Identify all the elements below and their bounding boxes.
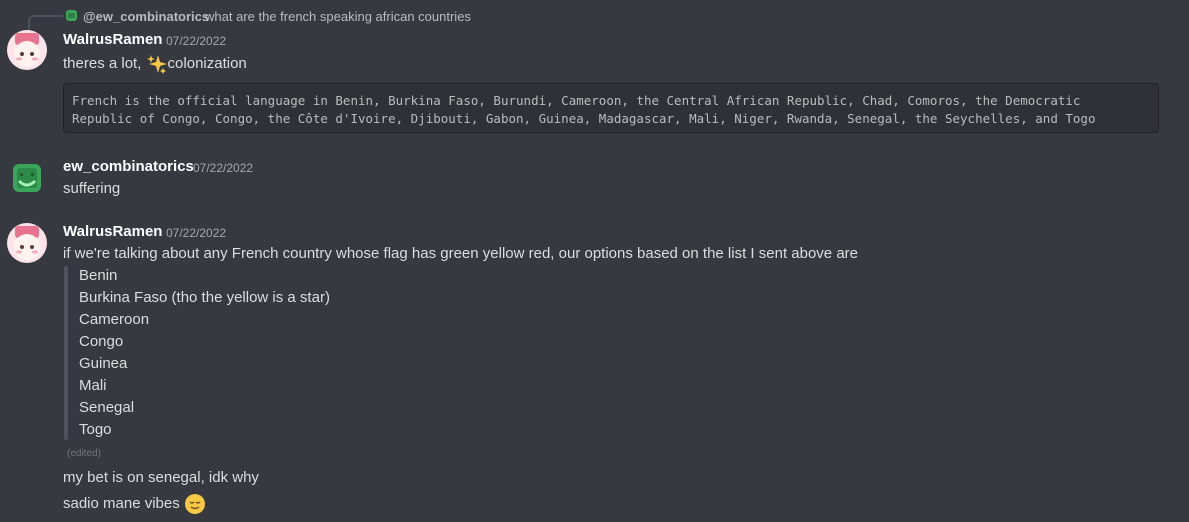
message-timestamp: 07/22/2022 (166, 34, 227, 48)
code-block: French is the official language in Benin… (63, 83, 1159, 133)
list-item: Benin (79, 267, 118, 284)
avatar-walrusramen[interactable] (7, 30, 47, 70)
list-item: Mali (79, 377, 107, 394)
avatar-ew-combinatorics[interactable] (7, 159, 47, 199)
avatar-image (13, 164, 41, 192)
avatar-walrusramen[interactable] (7, 223, 47, 263)
avatar-image (7, 30, 47, 70)
list-item: Congo (79, 333, 124, 350)
list-item: Senegal (79, 399, 135, 416)
avatar-image (7, 223, 47, 263)
reply-connector (28, 15, 63, 31)
list-item: Cameroon (79, 311, 150, 328)
list-item: Guinea (79, 355, 128, 372)
edited-label: (edited) (67, 448, 101, 459)
message-timestamp: 07/22/2022 (193, 161, 254, 175)
message-text-part: colonization (167, 54, 247, 72)
message-text-part: theres a lot, (63, 54, 146, 72)
message-author[interactable]: ew_combinatorics (63, 158, 194, 175)
message-text: sadio mane vibes (63, 493, 206, 515)
reply-text[interactable]: what are the french speaking african cou… (205, 9, 471, 24)
reply-author[interactable]: @ew_combinatorics (83, 9, 209, 24)
code-line: Republic of Congo, Congo, the Côte d'Ivo… (72, 111, 1096, 126)
relieved-face-icon (184, 494, 205, 514)
message-author[interactable]: WalrusRamen (63, 31, 162, 48)
reply-author-avatar-icon[interactable] (65, 9, 78, 22)
message-text: if we're talking about any French countr… (63, 245, 858, 262)
sparkles-icon (146, 55, 167, 74)
message-timestamp: 07/22/2022 (166, 226, 227, 240)
list-item: Burkina Faso (tho the yellow is a star) (79, 289, 330, 306)
message-text: theres a lot, colonization (63, 53, 247, 75)
message-author[interactable]: WalrusRamen (63, 223, 162, 240)
blockquote-bar (64, 266, 68, 440)
message-text-part: sadio mane vibes (63, 494, 180, 512)
code-line: French is the official language in Benin… (72, 93, 1081, 108)
message-text: my bet is on senegal, idk why (63, 469, 259, 486)
list-item: Togo (79, 421, 112, 438)
message-text: suffering (63, 180, 121, 197)
